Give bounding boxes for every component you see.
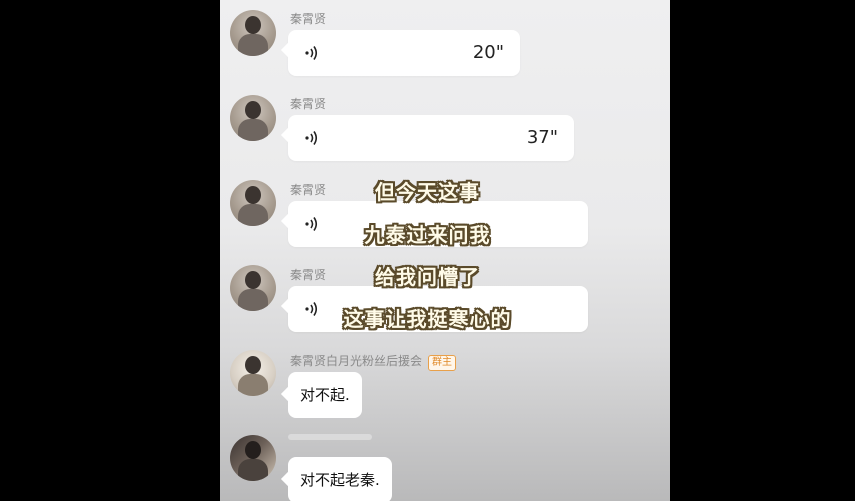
avatar[interactable] — [230, 95, 276, 141]
avatar-body — [238, 374, 268, 396]
avatar[interactable] — [230, 435, 276, 481]
avatar-head — [245, 16, 261, 34]
sender-name: 秦霄贤 — [290, 97, 327, 111]
avatar-body — [238, 34, 268, 56]
voice-duration: 20" — [472, 42, 504, 63]
text-message-bubble[interactable]: 对不起. — [288, 372, 362, 418]
obscured-sender-name — [288, 434, 372, 440]
avatar-body — [238, 459, 268, 481]
sender-name-text: 秦霄贤白月光粉丝后援会 — [290, 354, 423, 368]
voice-duration: 37" — [526, 127, 558, 148]
voice-wave-icon — [305, 46, 318, 60]
chat-screen: 秦霄贤 20" 秦霄贤 37" 秦霄贤 秦霄贤 秦霄贤白月光粉丝后援会 群主 对… — [220, 0, 670, 501]
avatar[interactable] — [230, 10, 276, 56]
voice-message-bubble[interactable]: 20" — [288, 30, 520, 76]
voice-message-bubble[interactable]: 37" — [288, 115, 574, 161]
group-owner-badge: 群主 — [428, 355, 457, 371]
subtitle-line: 给我问懵了 — [375, 265, 480, 289]
avatar-body — [238, 119, 268, 141]
sender-name: 秦霄贤 — [290, 12, 327, 26]
avatar-head — [245, 101, 261, 119]
subtitle-line: 九泰过来问我 — [364, 223, 491, 247]
text-message-bubble[interactable]: 对不起老秦. — [288, 457, 392, 501]
sender-name: 秦霄贤白月光粉丝后援会 群主 — [290, 352, 457, 371]
video-frame: 秦霄贤 20" 秦霄贤 37" 秦霄贤 秦霄贤 秦霄贤白月光粉丝后援会 群主 对… — [0, 0, 855, 501]
subtitle-line: 但今天这事 — [375, 180, 480, 204]
subtitle-line: 这事让我挺寒心的 — [343, 307, 512, 331]
avatar-head — [245, 356, 261, 374]
avatar-head — [245, 441, 261, 459]
voice-wave-icon — [305, 131, 318, 145]
avatar[interactable] — [230, 350, 276, 396]
